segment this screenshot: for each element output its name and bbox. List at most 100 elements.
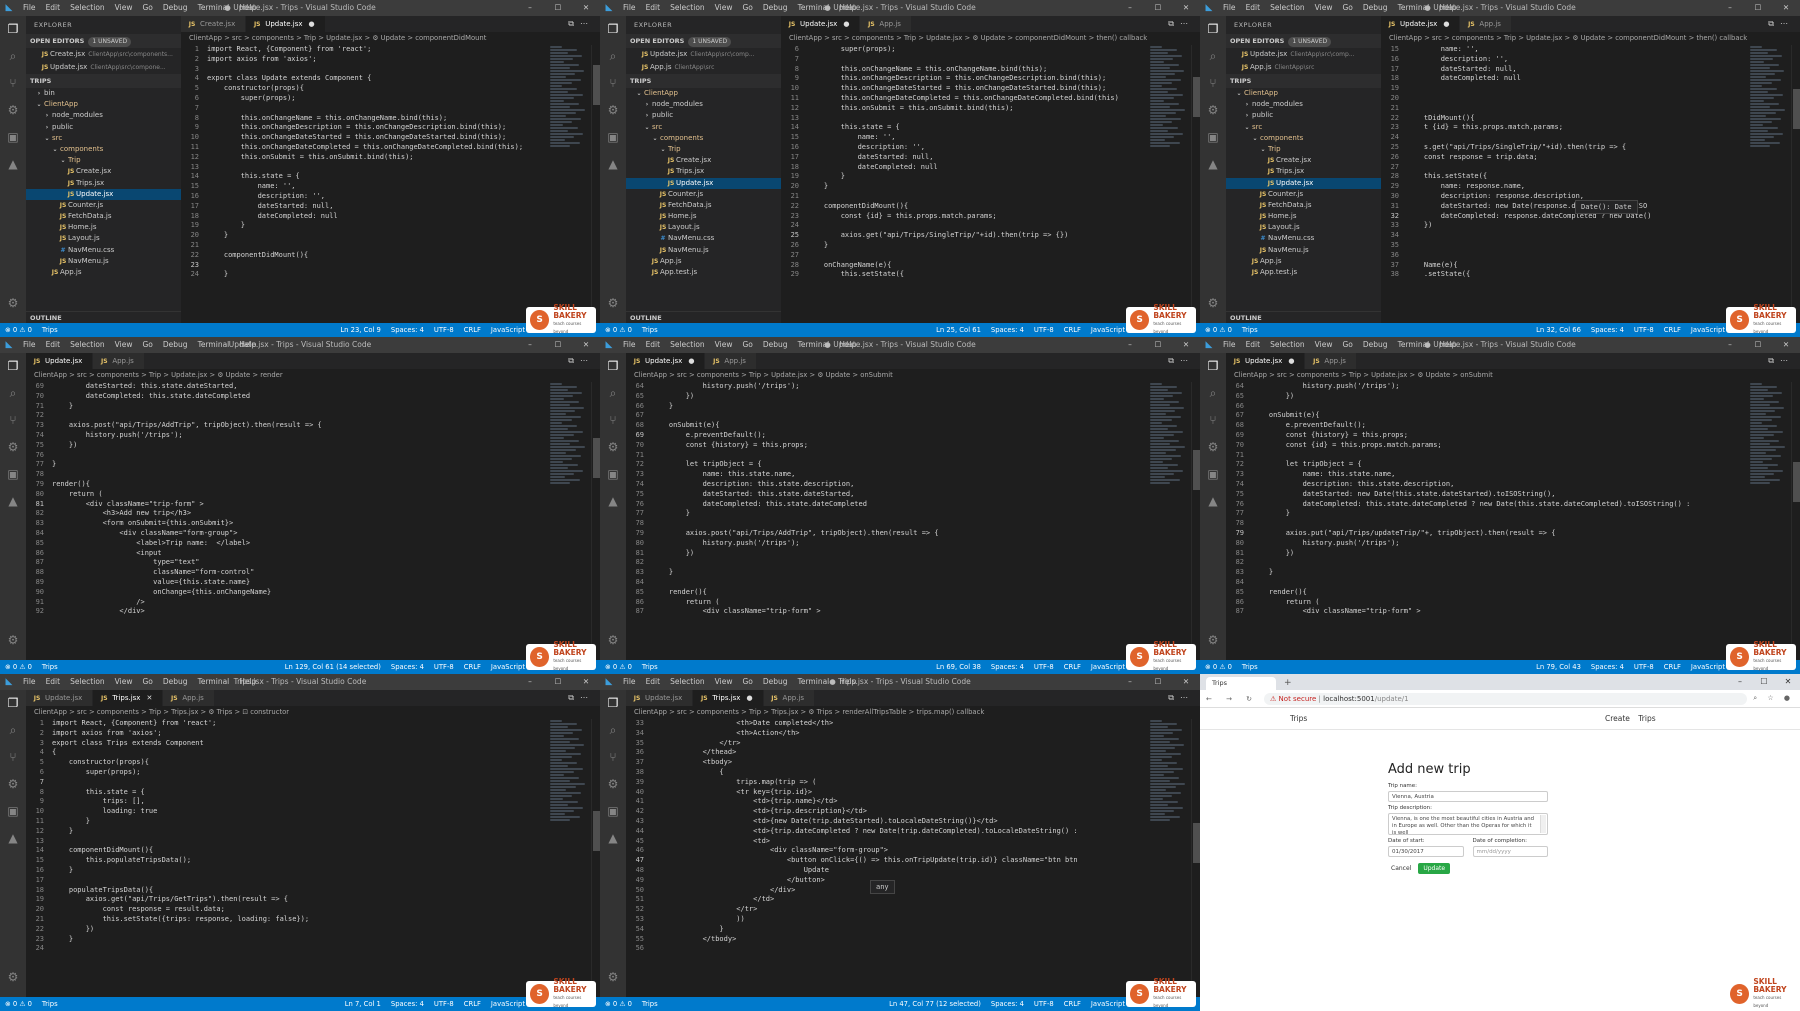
status-position[interactable]: Ln 32, Col 66 [1531, 323, 1586, 337]
split-editor-icon[interactable]: ⧉ [1768, 356, 1780, 365]
status-eol[interactable]: CRLF [1659, 660, 1686, 674]
editor-tab[interactable]: JS Trips.jsx ● [693, 690, 764, 706]
editor-tab[interactable]: JS App.js [163, 690, 215, 706]
status-spaces[interactable]: Spaces: 4 [986, 323, 1029, 337]
status-encoding[interactable]: UTF-8 [1029, 660, 1059, 674]
status-lang[interactable]: JavaScript [486, 997, 530, 1011]
search-icon[interactable]: ⌕ [610, 380, 617, 407]
minimize-icon[interactable]: – [1728, 674, 1752, 690]
split-editor-icon[interactable]: ⧉ [1168, 19, 1180, 28]
tree-item[interactable]: › bin [26, 88, 181, 99]
tree-item[interactable]: JS Home.js [26, 222, 181, 233]
status-lang[interactable]: JavaScript [1686, 660, 1730, 674]
breadcrumb[interactable]: ClientApp > src > components > Trip > Up… [1226, 369, 1800, 382]
azure-icon[interactable]: ▲ [8, 151, 17, 178]
source-control-icon[interactable]: ⑂ [609, 70, 616, 97]
maximize-icon[interactable]: ☐ [1144, 674, 1172, 690]
status-eol[interactable]: CRLF [459, 323, 486, 337]
tree-item[interactable]: ⌄ ClientApp [626, 88, 781, 99]
tree-item[interactable]: # NavMenu.css [626, 233, 781, 244]
close-icon[interactable]: ✕ [572, 674, 600, 690]
tree-item[interactable]: › public [626, 110, 781, 121]
menu-item-go[interactable]: Go [1337, 337, 1357, 353]
debug-icon[interactable]: ⚙ [8, 434, 19, 461]
debug-icon[interactable]: ⚙ [608, 771, 619, 798]
more-actions-icon[interactable]: ⋯ [1180, 693, 1194, 702]
minimize-icon[interactable]: – [516, 674, 544, 690]
minimize-icon[interactable]: – [516, 0, 544, 16]
editor-tab[interactable]: JS App.js [93, 353, 145, 369]
menu-item-terminal[interactable]: Terminal [793, 674, 835, 690]
search-icon[interactable]: ⌕ [1210, 380, 1217, 407]
tree-item[interactable]: › node_modules [1226, 99, 1381, 110]
files-icon[interactable]: ❐ [1208, 353, 1219, 380]
menu-item-help[interactable]: Help [234, 0, 261, 16]
menu-item-help[interactable]: Help [1434, 0, 1461, 16]
status-spaces[interactable]: Spaces: 4 [386, 660, 429, 674]
menu-item-edit[interactable]: Edit [1241, 337, 1266, 353]
outline-header[interactable]: OUTLINE [626, 311, 781, 323]
menu-item-debug[interactable]: Debug [158, 674, 193, 690]
search-icon[interactable]: ⌕ [1210, 43, 1217, 70]
open-editor-item[interactable]: JS Update.jsx ClientApp\src\comp... [1226, 48, 1381, 61]
menu-item-terminal[interactable]: Terminal [1393, 0, 1435, 16]
problems-indicator[interactable]: ⊗ 0 ⚠ 0 [0, 660, 37, 674]
menu-item-go[interactable]: Go [1337, 0, 1357, 16]
status-lang[interactable]: JavaScript [1086, 323, 1130, 337]
close-tab-icon[interactable]: ✕ [146, 694, 152, 702]
date-start-input[interactable]: 01/30/2017 [1388, 846, 1464, 857]
update-button[interactable]: Update [1418, 863, 1451, 874]
menu-item-file[interactable]: File [18, 0, 41, 16]
split-editor-icon[interactable]: ⧉ [568, 19, 580, 28]
maximize-icon[interactable]: ☐ [544, 0, 572, 16]
menu-item-view[interactable]: View [710, 337, 738, 353]
menu-item-file[interactable]: File [18, 337, 41, 353]
tree-item[interactable]: ⌄ Trip [626, 144, 781, 155]
debug-icon[interactable]: ⚙ [608, 97, 619, 124]
outline-header[interactable]: OUTLINE [26, 311, 181, 323]
menu-item-view[interactable]: View [110, 674, 138, 690]
minimap[interactable] [1150, 45, 1190, 323]
editor-tab[interactable]: JS Update.jsx ● [1226, 353, 1306, 369]
trip-name-input[interactable]: Vienna, Austria [1388, 791, 1548, 802]
menu-item-terminal[interactable]: Terminal [193, 337, 235, 353]
search-icon[interactable]: ⌕ [610, 717, 617, 744]
tree-item[interactable]: ⌄ ClientApp [1226, 88, 1381, 99]
menu-item-help[interactable]: Help [234, 337, 261, 353]
status-spaces[interactable]: Spaces: 4 [986, 660, 1029, 674]
azure-icon[interactable]: ▲ [8, 825, 17, 852]
tree-item[interactable]: › node_modules [26, 110, 181, 121]
source-control-icon[interactable]: ⑂ [609, 744, 616, 771]
breadcrumb[interactable]: ClientApp > src > components > Trip > Up… [26, 369, 600, 382]
menu-item-file[interactable]: File [618, 337, 641, 353]
menu-item-terminal[interactable]: Terminal [193, 674, 235, 690]
editor-tab[interactable]: JS App.js [763, 690, 816, 706]
menu-item-go[interactable]: Go [737, 0, 757, 16]
code-view[interactable]: 15 name: '', 16 description: '', 17 dateSt… [1381, 45, 1745, 323]
debug-icon[interactable]: ⚙ [1208, 434, 1219, 461]
code-view[interactable]: 1 import React, {Component} from 'react';… [26, 719, 545, 997]
minimize-icon[interactable]: – [1116, 0, 1144, 16]
status-position[interactable]: Ln 25, Col 61 [931, 323, 986, 337]
date-completion-input[interactable]: mm/dd/yyyy [1472, 846, 1548, 857]
trip-description-textarea[interactable]: Vienna, is one the most beautiful cities… [1388, 813, 1548, 835]
code-view[interactable]: 33 <th>Date completed</th> 34 <th>Action<… [626, 719, 1145, 997]
url-field[interactable]: ⚠ Not secure | localhost:5001/update/1 [1264, 692, 1748, 705]
menu-item-view[interactable]: View [710, 0, 738, 16]
editor-tab[interactable]: JS App.js [1460, 16, 1512, 32]
menu-item-edit[interactable]: Edit [1241, 0, 1266, 16]
status-encoding[interactable]: UTF-8 [429, 323, 459, 337]
vertical-scrollbar[interactable] [591, 382, 600, 660]
status-folder[interactable]: Trips [637, 997, 663, 1011]
status-eol[interactable]: CRLF [1059, 997, 1086, 1011]
editor-tab[interactable]: JS Update.jsx ● [781, 16, 861, 32]
menu-item-terminal[interactable]: Terminal [793, 0, 835, 16]
breadcrumb[interactable]: ClientApp > src > components > Trip > Up… [781, 32, 1200, 45]
status-spaces[interactable]: Spaces: 4 [1586, 660, 1629, 674]
browser-tab[interactable]: Trips [1206, 677, 1276, 690]
menu-item-terminal[interactable]: Terminal [193, 0, 235, 16]
status-position[interactable]: Ln 69, Col 38 [931, 660, 986, 674]
vertical-scrollbar[interactable] [1791, 382, 1800, 660]
status-folder[interactable]: Trips [1237, 660, 1263, 674]
menu-item-view[interactable]: View [1310, 337, 1338, 353]
